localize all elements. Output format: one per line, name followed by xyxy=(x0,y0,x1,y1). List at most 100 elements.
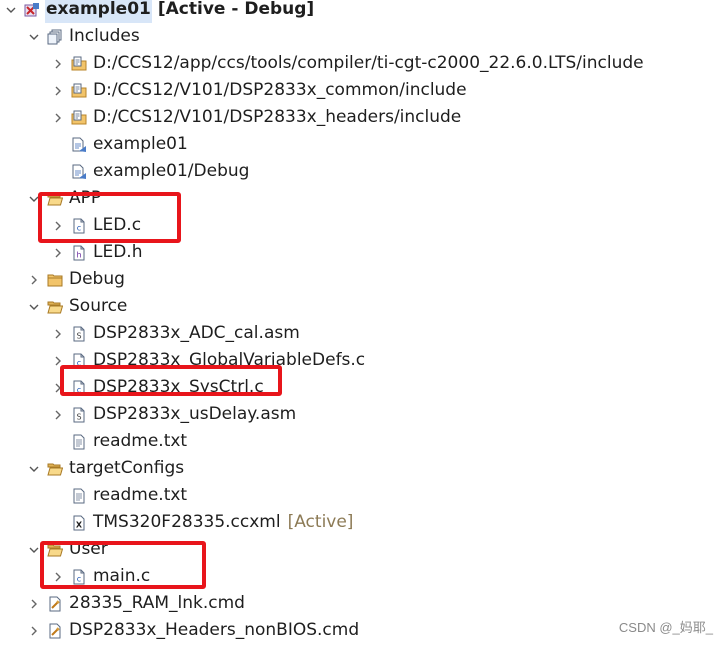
tree-item-dsp2833x-sysctrl-c[interactable]: c DSP2833x_SysCtrl.c xyxy=(51,374,265,401)
c-file-icon: c xyxy=(71,218,87,234)
chevron-right-icon[interactable] xyxy=(51,408,65,422)
folder-open-icon xyxy=(47,461,63,477)
tree-item-includes[interactable]: Includes xyxy=(27,23,141,50)
tree-item-label: D:/CCS12/app/ccs/tools/compiler/ti-cgt-c… xyxy=(93,53,644,73)
tree-item-led-h[interactable]: h LED.h xyxy=(51,239,143,266)
chevron-right-icon[interactable] xyxy=(27,624,41,638)
tree-item-label: User xyxy=(69,539,108,559)
chevron-down-icon[interactable] xyxy=(27,30,41,44)
tree-item-dsp2833x-headers-nonbios-cmd[interactable]: DSP2833x_Headers_nonBIOS.cmd xyxy=(27,617,360,644)
tree-item-main-c[interactable]: c main.c xyxy=(51,563,151,590)
chevron-right-icon[interactable] xyxy=(51,219,65,233)
chevron-down-icon[interactable] xyxy=(27,462,41,476)
tree-item-app[interactable]: APP xyxy=(27,185,102,212)
tree-item-label: DSP2833x_SysCtrl.c xyxy=(93,377,264,397)
chevron-down-icon[interactable] xyxy=(4,3,18,17)
chevron-right-icon[interactable] xyxy=(51,111,65,125)
svg-text:c: c xyxy=(77,358,81,367)
include-folder-icon xyxy=(71,110,87,126)
c-file-icon: c xyxy=(71,380,87,396)
tree-item-tms320f28335-ccxml[interactable]: X TMS320F28335.ccxml [Active] xyxy=(51,509,353,536)
ccxml-file-icon: X xyxy=(71,515,87,531)
chevron-right-icon[interactable] xyxy=(51,354,65,368)
tree-item-28335-ram-lnk-cmd[interactable]: 28335_RAM_lnk.cmd xyxy=(27,590,246,617)
chevron-down-icon[interactable] xyxy=(27,300,41,314)
svg-text:S: S xyxy=(76,412,81,421)
chevron-right-icon[interactable] xyxy=(51,381,65,395)
tree-item-debug[interactable]: Debug xyxy=(27,266,126,293)
chevron-right-icon[interactable] xyxy=(51,84,65,98)
tree-item-status: [Active - Debug] xyxy=(157,0,315,19)
tree-item-targetconfigs[interactable]: targetConfigs xyxy=(27,455,185,482)
h-file-icon: h xyxy=(71,245,87,261)
tree-item-readme-txt[interactable]: readme.txt xyxy=(51,482,188,509)
tree-item-label: TMS320F28335.ccxml xyxy=(93,512,281,532)
tree-item-dsp2833x-usdelay-asm[interactable]: S DSP2833x_usDelay.asm xyxy=(51,401,297,428)
tree-item-example01[interactable]: example01 xyxy=(51,131,189,158)
includes-icon xyxy=(47,29,63,45)
tree-item-label: Includes xyxy=(69,26,140,46)
include-folder-icon xyxy=(71,83,87,99)
folder-icon xyxy=(47,272,63,288)
chevron-right-icon[interactable] xyxy=(51,570,65,584)
asm-file-icon: S xyxy=(71,326,87,342)
tree-item-example01-debug[interactable]: example01/Debug xyxy=(51,158,250,185)
chevron-down-icon[interactable] xyxy=(27,192,41,206)
tree-item-example01[interactable]: example01 [Active - Debug] xyxy=(4,0,314,23)
tree-item-label: APP xyxy=(69,188,102,208)
folder-open-icon xyxy=(47,542,63,558)
include-path-icon xyxy=(71,164,87,180)
include-folder-icon xyxy=(71,56,87,72)
tree-item-status: [Active] xyxy=(287,512,354,532)
text-file-icon xyxy=(71,434,87,450)
tree-item-label: DSP2833x_GlobalVariableDefs.c xyxy=(93,350,366,370)
tree-item-label: example01 xyxy=(45,0,152,23)
tree-item-d-ccs12-app-ccs-tools-compiler-ti-cgt-c2000-22-6-0-lts-include[interactable]: D:/CCS12/app/ccs/tools/compiler/ti-cgt-c… xyxy=(51,50,645,77)
chevron-right-icon[interactable] xyxy=(27,273,41,287)
tree-item-label: DSP2833x_Headers_nonBIOS.cmd xyxy=(69,620,360,640)
svg-text:X: X xyxy=(76,520,83,529)
tree-item-label: D:/CCS12/V101/DSP2833x_headers/include xyxy=(93,107,462,127)
tree-item-dsp2833x-globalvariabledefs-c[interactable]: c DSP2833x_GlobalVariableDefs.c xyxy=(51,347,366,374)
tree-item-label: DSP2833x_ADC_cal.asm xyxy=(93,323,300,343)
tree-item-dsp2833x-adc-cal-asm[interactable]: S DSP2833x_ADC_cal.asm xyxy=(51,320,301,347)
tree-item-label: readme.txt xyxy=(93,431,188,451)
chevron-right-icon[interactable] xyxy=(51,327,65,341)
asm-file-icon: S xyxy=(71,407,87,423)
tree-item-label: DSP2833x_usDelay.asm xyxy=(93,404,297,424)
tree-item-label: LED.h xyxy=(93,242,143,262)
chevron-right-icon[interactable] xyxy=(51,246,65,260)
watermark: CSDN @_妈耶_ xyxy=(618,620,713,635)
c-file-icon: c xyxy=(71,353,87,369)
svg-text:c: c xyxy=(77,223,81,232)
tree-item-label: D:/CCS12/V101/DSP2833x_common/include xyxy=(93,80,467,100)
svg-text:S: S xyxy=(76,331,81,340)
tree-item-label: main.c xyxy=(93,566,151,586)
tree-item-label: 28335_RAM_lnk.cmd xyxy=(69,593,245,613)
tree-item-led-c[interactable]: c LED.c xyxy=(51,212,142,239)
chevron-right-icon[interactable] xyxy=(27,597,41,611)
cmd-file-icon xyxy=(47,623,63,639)
project-icon xyxy=(24,2,40,18)
text-file-icon xyxy=(71,488,87,504)
tree-item-label: readme.txt xyxy=(93,485,188,505)
svg-text:c: c xyxy=(77,574,81,583)
tree-item-user[interactable]: User xyxy=(27,536,109,563)
tree-item-readme-txt[interactable]: readme.txt xyxy=(51,428,188,455)
tree-item-label: example01 xyxy=(93,134,188,154)
folder-open-icon xyxy=(47,191,63,207)
tree-item-label: Source xyxy=(69,296,128,316)
include-path-icon xyxy=(71,137,87,153)
cmd-file-icon xyxy=(47,596,63,612)
tree-item-label: targetConfigs xyxy=(69,458,185,478)
tree-item-source[interactable]: Source xyxy=(27,293,128,320)
tree-item-d-ccs12-v101-dsp2833x-headers-include[interactable]: D:/CCS12/V101/DSP2833x_headers/include xyxy=(51,104,462,131)
tree-item-label: Debug xyxy=(69,269,125,289)
chevron-down-icon[interactable] xyxy=(27,543,41,557)
tree-item-d-ccs12-v101-dsp2833x-common-include[interactable]: D:/CCS12/V101/DSP2833x_common/include xyxy=(51,77,468,104)
svg-text:c: c xyxy=(77,385,81,394)
svg-text:h: h xyxy=(76,250,81,259)
tree-item-label: LED.c xyxy=(93,215,142,235)
chevron-right-icon[interactable] xyxy=(51,57,65,71)
folder-open-icon xyxy=(47,299,63,315)
